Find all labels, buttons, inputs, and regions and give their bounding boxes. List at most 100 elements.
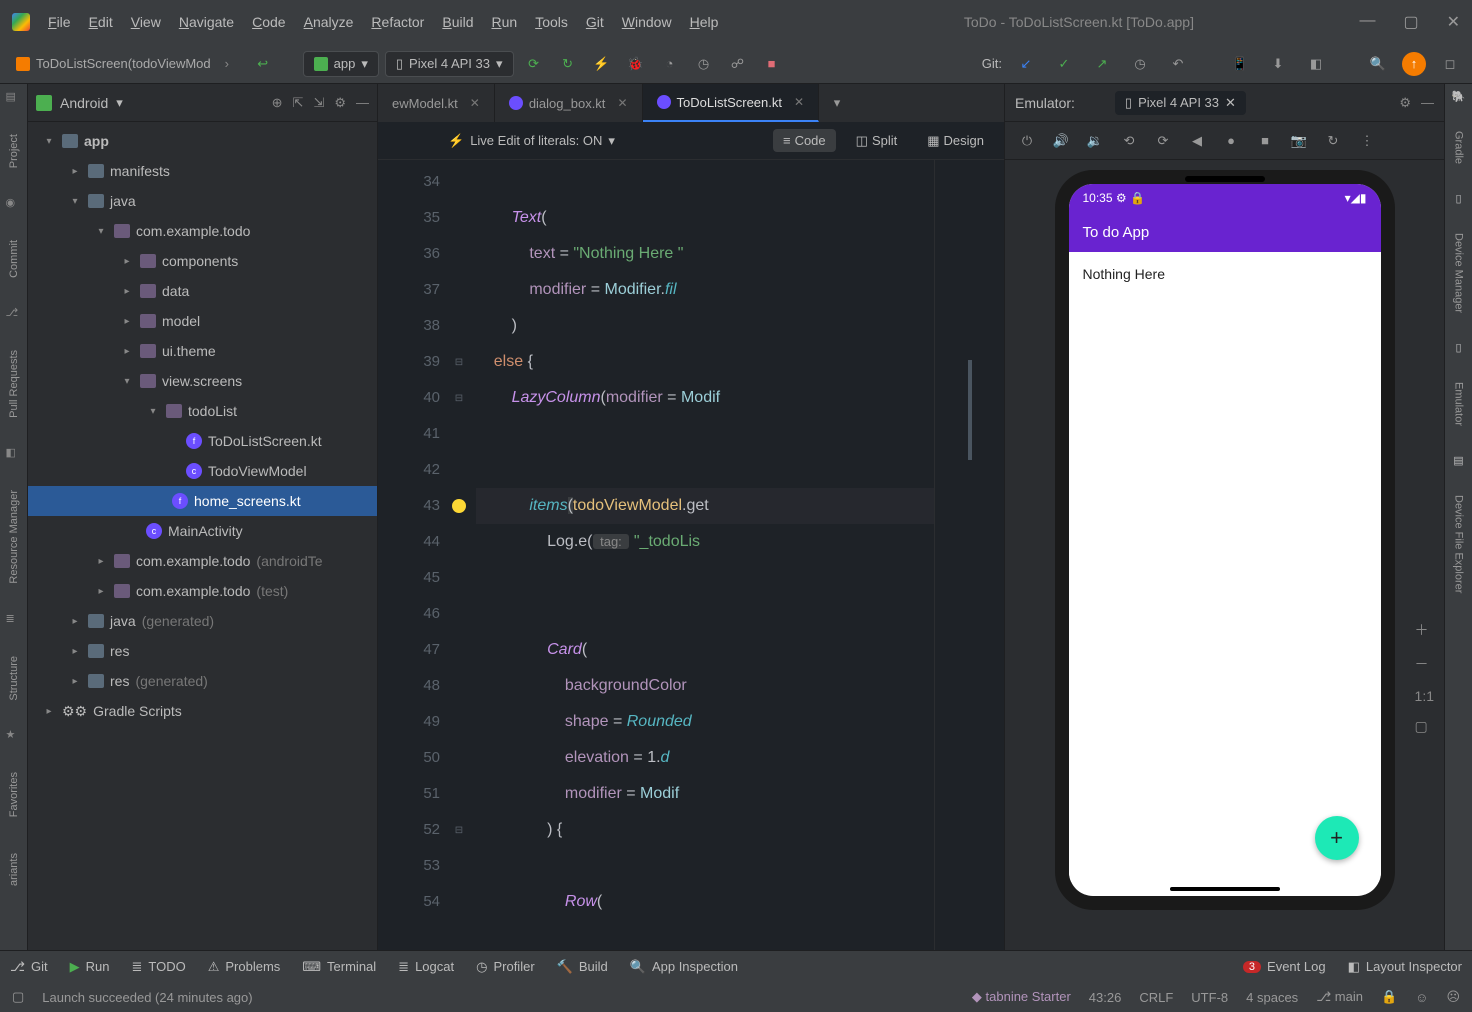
tw-profiler[interactable]: ◷Profiler (476, 959, 535, 975)
minimap[interactable] (934, 160, 1004, 950)
tw-structure[interactable]: Structure (8, 648, 20, 709)
rotate-right-icon[interactable]: ⟳ (1153, 131, 1173, 151)
indent-config[interactable]: 4 spaces (1246, 990, 1298, 1005)
tree-file-home-screens[interactable]: fhome_screens.kt (28, 486, 377, 516)
git-push-icon[interactable]: ↗ (1088, 50, 1116, 78)
file-explorer-icon[interactable]: ▤ (1453, 454, 1463, 467)
tree-ui-theme[interactable]: ▸ui.theme (28, 336, 377, 366)
code-content[interactable]: Text( text = "Nothing Here " modifier = … (468, 160, 934, 950)
zoom-in-icon[interactable]: ＋ (1415, 620, 1434, 640)
user-icon[interactable]: ◻ (1436, 50, 1464, 78)
project-tool-icon[interactable]: ▤ (6, 90, 22, 106)
tw-terminal[interactable]: ⌨Terminal (302, 959, 376, 975)
tw-app-inspection[interactable]: 🔍App Inspection (630, 959, 738, 975)
project-view-selector[interactable]: Android (60, 95, 108, 111)
tw-build[interactable]: 🔨Build (557, 959, 608, 975)
tree-java-generated[interactable]: ▸java (generated) (28, 606, 377, 636)
nav-breadcrumb[interactable]: ToDoListScreen(todoViewMod (8, 52, 219, 75)
stop-icon[interactable]: ■ (758, 50, 786, 78)
settings-icon[interactable]: ↑ (1402, 52, 1426, 76)
tree-res-generated[interactable]: ▸res (generated) (28, 666, 377, 696)
tw-emulator[interactable]: Emulator (1453, 374, 1465, 434)
target-icon[interactable]: ⊕ (272, 95, 283, 111)
volume-up-icon[interactable]: 🔊 (1051, 131, 1071, 151)
menu-edit[interactable]: Edit (89, 14, 113, 30)
tabs-overflow-icon[interactable]: ▾ (819, 84, 855, 122)
mode-design[interactable]: ▦ Design (917, 129, 994, 153)
caret-position[interactable]: 43:26 (1089, 990, 1122, 1005)
chevron-down-icon[interactable]: ▾ (116, 95, 123, 111)
tree-components[interactable]: ▸components (28, 246, 377, 276)
tabnine-widget[interactable]: ◆ tabnine Starter (972, 989, 1071, 1005)
volume-down-icon[interactable]: 🔉 (1085, 131, 1105, 151)
power-icon[interactable]: ⏻ (1017, 131, 1037, 151)
back-arrow-icon[interactable]: ↩ (249, 50, 277, 78)
line-separator[interactable]: CRLF (1139, 990, 1173, 1005)
breadcrumb-dropdown-icon[interactable]: › (225, 56, 243, 71)
run-icon[interactable]: ⟳ (520, 50, 548, 78)
menu-tools[interactable]: Tools (535, 14, 568, 30)
avd-manager-icon[interactable]: 📱 (1226, 50, 1254, 78)
apply-changes-icon[interactable]: ⚡ (588, 50, 616, 78)
tw-problems[interactable]: ⚠Problems (208, 959, 281, 975)
tree-todolist[interactable]: ▾todoList (28, 396, 377, 426)
tw-resource-manager[interactable]: Resource Manager (8, 482, 20, 592)
memory-icon[interactable]: ☺ (1415, 990, 1428, 1005)
zoom-11-icon[interactable]: 1:1 (1415, 688, 1434, 704)
resource-manager-icon[interactable]: ◧ (1302, 50, 1330, 78)
tw-variants[interactable]: ariants (8, 845, 20, 894)
back-icon[interactable]: ◀ (1187, 131, 1207, 151)
menu-view[interactable]: View (131, 14, 161, 30)
git-rollback-icon[interactable]: ↶ (1164, 50, 1192, 78)
phone-screen[interactable]: 10:35 ⚙ 🔒 ▾◢▮ To do App Nothing Here + (1069, 184, 1381, 896)
overview-icon[interactable]: ■ (1255, 131, 1275, 151)
menu-analyze[interactable]: Analyze (304, 14, 354, 30)
fold-icon[interactable]: ⊟ (450, 380, 468, 416)
close-tab-icon[interactable]: ✕ (470, 96, 480, 110)
tree-package[interactable]: ▾com.example.todo (28, 216, 377, 246)
tree-app[interactable]: ▾app (28, 126, 377, 156)
screenshot-icon[interactable]: 📷 (1289, 131, 1309, 151)
coverage-icon[interactable]: ◔ (656, 50, 684, 78)
menu-run[interactable]: Run (491, 14, 517, 30)
close-tab-icon[interactable]: ✕ (794, 95, 804, 109)
zoom-out-icon[interactable]: － (1415, 654, 1434, 674)
live-edit-toggle[interactable]: ⚡ Live Edit of literals: ON ▾ (448, 133, 615, 149)
debug-icon[interactable]: 🐞 (622, 50, 650, 78)
git-commit-icon[interactable]: ✓ (1050, 50, 1078, 78)
emulator-device-tab[interactable]: ▯ Pixel 4 API 33 ✕ (1115, 91, 1246, 115)
fold-icon[interactable]: ⊟ (450, 812, 468, 848)
tw-gradle[interactable]: Gradle (1453, 123, 1465, 172)
maximize-icon[interactable]: ▢ (1403, 12, 1418, 32)
sdk-manager-icon[interactable]: ⬇ (1264, 50, 1292, 78)
tree-model[interactable]: ▸model (28, 306, 377, 336)
reload-icon[interactable]: ↻ (1323, 131, 1343, 151)
git-branch[interactable]: ⎇ main (1316, 989, 1363, 1005)
tree-file-todoviewmodel[interactable]: cTodoViewModel (28, 456, 377, 486)
fold-icon[interactable]: ⊟ (450, 344, 468, 380)
menu-file[interactable]: File (48, 14, 71, 30)
zoom-fit-icon[interactable]: ▢ (1415, 718, 1434, 735)
expand-icon[interactable]: ⇱ (293, 95, 304, 111)
tw-device-file-explorer[interactable]: Device File Explorer (1453, 487, 1465, 601)
lock-icon[interactable]: 🔒 (1381, 989, 1397, 1005)
file-encoding[interactable]: UTF-8 (1191, 990, 1228, 1005)
tree-view-screens[interactable]: ▾view.screens (28, 366, 377, 396)
device-selector[interactable]: ▯ Pixel 4 API 33 ▾ (385, 51, 514, 77)
phone-fab-add[interactable]: + (1315, 816, 1359, 860)
hide-icon[interactable]: — (356, 95, 369, 111)
tw-run[interactable]: ▶Run (70, 959, 110, 975)
tab-viewmodel[interactable]: ewModel.kt✕ (378, 84, 495, 122)
tree-manifests[interactable]: ▸manifests (28, 156, 377, 186)
close-icon[interactable]: ✕ (1447, 12, 1460, 32)
menu-navigate[interactable]: Navigate (179, 14, 234, 30)
close-icon[interactable]: ✕ (1225, 95, 1236, 111)
tw-logcat[interactable]: ≣Logcat (398, 959, 454, 975)
collapse-icon[interactable]: ⇲ (313, 95, 324, 111)
menu-code[interactable]: Code (252, 14, 285, 30)
menu-refactor[interactable]: Refactor (371, 14, 424, 30)
bulb-icon[interactable] (452, 499, 466, 513)
gradle-tool-icon[interactable]: 🐘 (1452, 90, 1466, 103)
minimize-icon[interactable]: — (1359, 12, 1375, 32)
tree-res[interactable]: ▸res (28, 636, 377, 666)
